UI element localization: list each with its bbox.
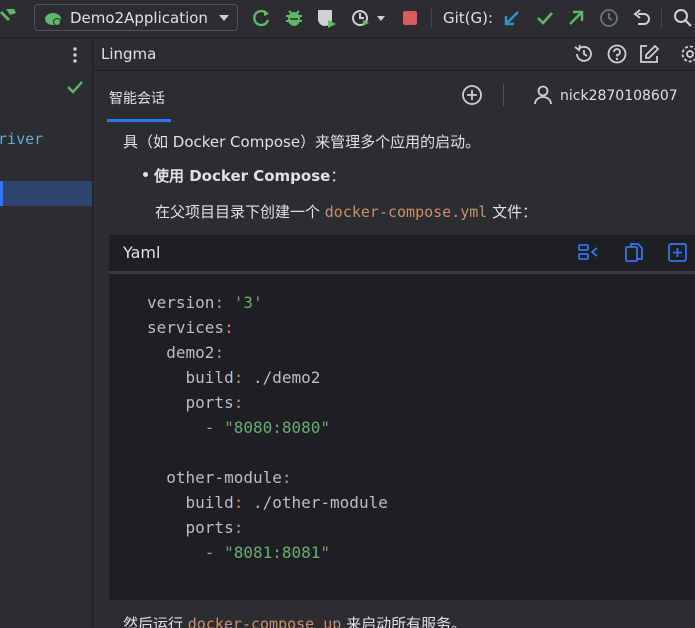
toolbar-separator (661, 8, 662, 28)
build-hammer-icon[interactable] (0, 7, 20, 29)
history-icon[interactable] (599, 8, 619, 28)
list-item-colon: ： (330, 167, 346, 185)
paragraph-text: 在父项目目录下创建一个 (155, 203, 325, 221)
git-update-icon[interactable] (503, 9, 521, 27)
run-config-label: Demo2Application (70, 9, 208, 27)
lingma-tab-bar: 智能会话 nick2870108607 (93, 71, 695, 123)
new-file-icon[interactable] (667, 242, 689, 264)
history-icon[interactable] (573, 43, 595, 65)
check-icon (67, 80, 83, 94)
code-block: Yaml version: '3' services: demo2: build:… (109, 235, 695, 600)
list-item-title: 使用 Docker Compose (154, 167, 331, 185)
message-paragraph: 在父项目目录下创建一个 docker-compose.yml 文件： (155, 201, 537, 222)
chat-message-area: 具（如 Docker Compose）来管理多个应用的启动。 使用 Docker… (93, 123, 695, 628)
main-toolbar: Demo2Application Git(G): (0, 0, 695, 38)
list-item: 使用 Docker Compose： (143, 165, 345, 186)
selected-tree-row[interactable] (0, 181, 92, 206)
lingma-panel-header: Lingma (93, 38, 695, 71)
edit-icon[interactable] (638, 43, 660, 65)
spring-app-icon (44, 10, 64, 28)
search-icon[interactable] (673, 8, 693, 28)
code-line: - "8080:8080" (204, 418, 331, 437)
code-content: version: '3' services: demo2: build: ./de… (147, 290, 388, 565)
copy-icon[interactable] (624, 242, 644, 264)
code-line: other-module: (166, 468, 292, 487)
help-icon[interactable] (606, 43, 628, 65)
tab-smart-chat[interactable]: 智能会话 (109, 88, 165, 108)
more-options-icon[interactable] (72, 46, 78, 64)
debug-icon[interactable] (284, 8, 304, 28)
stop-icon[interactable] (403, 11, 417, 25)
inline-code: docker-compose.yml (324, 203, 488, 221)
coverage-icon[interactable] (316, 8, 338, 28)
paragraph-text: 来启动所有服务。 (341, 615, 467, 628)
code-line: demo2: (166, 343, 225, 362)
bullet-dot (143, 172, 148, 177)
tree-item-driver[interactable]: Driver (0, 130, 43, 148)
rerun-icon[interactable] (252, 8, 272, 28)
toolbar-separator (431, 8, 432, 28)
settings-gear-icon[interactable] (679, 43, 695, 65)
paragraph-text: 文件： (487, 203, 538, 221)
code-line: build: ./other-module (185, 493, 388, 512)
user-name[interactable]: nick2870108607 (560, 88, 678, 104)
code-line: ports: (185, 518, 244, 537)
message-paragraph: 具（如 Docker Compose）来管理多个应用的启动。 (123, 133, 481, 151)
code-line: ports: (185, 393, 244, 412)
active-tab-indicator (107, 119, 171, 122)
message-paragraph: 然后运行 docker-compose up 来启动所有服务。 (123, 613, 466, 628)
new-chat-plus-icon[interactable] (461, 84, 483, 106)
code-line: - "8081:8081" (204, 543, 331, 562)
git-commit-check-icon[interactable] (536, 9, 554, 27)
project-tool-window: Driver (0, 38, 93, 628)
rollback-icon[interactable] (632, 8, 652, 28)
code-line: services: (147, 318, 234, 337)
code-line: version: '3' (147, 293, 263, 312)
insert-code-icon[interactable] (577, 243, 599, 263)
git-push-icon[interactable] (567, 9, 585, 27)
run-configuration-dropdown[interactable]: Demo2Application (34, 4, 238, 31)
code-block-header: Yaml (109, 235, 695, 274)
chevron-down-icon (219, 15, 229, 21)
user-avatar-icon[interactable] (533, 84, 553, 106)
git-label: Git(G): (443, 9, 494, 27)
tab-divider (503, 84, 504, 106)
selection-indicator (0, 181, 3, 206)
code-language-label: Yaml (123, 243, 161, 262)
paragraph-text: 然后运行 (123, 615, 188, 628)
inline-code: docker-compose up (187, 615, 342, 628)
profiler-icon[interactable] (351, 8, 385, 28)
code-line: build: ./demo2 (185, 368, 321, 387)
panel-title: Lingma (101, 45, 157, 63)
